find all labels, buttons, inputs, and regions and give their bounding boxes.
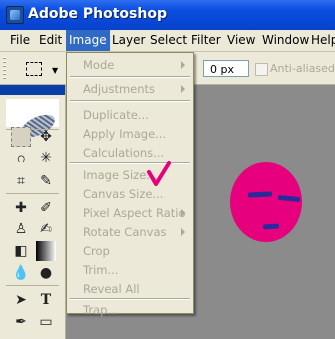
rect-marquee-icon[interactable] [11,127,31,147]
menu-filter[interactable]: Filter [191,33,221,47]
pen-icon[interactable]: ✒ [11,312,31,332]
menu-item-trim[interactable]: Trim... [83,263,118,277]
eraser-icon[interactable]: ◧ [11,241,31,261]
checkmark-annotation-icon [147,161,171,186]
anti-aliased-checkbox[interactable] [255,63,268,76]
menu-item-crop[interactable]: Crop [83,244,110,258]
blur-icon[interactable]: 💧 [11,263,31,283]
menu-view[interactable]: View [227,33,255,47]
clone-stamp-icon[interactable]: ♙ [11,219,31,239]
tools-panel: ✥ ဂ ✳ ⌗ ✎ ✚ ✐ ♙ ✍ ◧ 💧 ● ➤ T ✒ ▭ [0,85,66,339]
menu-image[interactable]: Image [66,30,110,51]
image-menu-dropdown: Mode Adjustments Duplicate... Apply Imag… [66,52,194,317]
submenu-arrow-icon [181,209,185,217]
menu-layer[interactable]: Layer [112,33,145,47]
lasso-icon[interactable]: ဂ [11,148,31,168]
submenu-arrow-icon [181,85,185,93]
healing-brush-icon[interactable]: ✚ [11,198,31,218]
menu-separator [70,76,190,78]
title-bar[interactable]: Adobe Photoshop [0,0,335,30]
menu-window[interactable]: Window [262,33,309,47]
anti-aliased-label: Anti-aliased [270,62,335,75]
divider [6,285,59,286]
menu-item-apply-image[interactable]: Apply Image... [83,127,166,141]
path-selection-icon[interactable]: ➤ [11,290,31,310]
menu-item-canvas-size[interactable]: Canvas Size... [83,187,163,201]
menu-separator [70,298,190,300]
photoshop-logo-icon [6,6,24,24]
menu-select[interactable]: Select [150,33,187,47]
toolbar-grip-icon[interactable] [3,57,6,79]
menu-item-calculations[interactable]: Calculations... [83,146,164,160]
menu-item-pixel-aspect-ratio[interactable]: Pixel Aspect Ratio [83,206,186,220]
menu-item-mode[interactable]: Mode [83,58,114,72]
gradient-icon[interactable] [36,241,56,261]
feather-input[interactable]: 0 px [203,60,249,77]
menu-item-adjustments[interactable]: Adjustments [83,82,155,96]
tools-panel-banner[interactable] [6,99,59,142]
pink-circle-image [230,162,302,242]
crop-icon[interactable]: ⌗ [11,171,31,191]
divider [6,193,59,194]
window-title: Adobe Photoshop [28,6,167,22]
menu-help[interactable]: Help [311,33,335,47]
type-icon[interactable]: T [36,290,56,310]
menu-item-duplicate[interactable]: Duplicate... [83,108,149,122]
menu-separator [70,162,190,164]
brush-icon[interactable]: ✐ [36,198,56,218]
menu-separator [70,100,190,102]
rectangle-shape-icon[interactable]: ▭ [36,312,56,332]
move-icon[interactable]: ✥ [36,127,56,147]
menu-item-trap[interactable]: Trap... [83,303,118,317]
menu-edit[interactable]: Edit [39,33,62,47]
slice-icon[interactable]: ✎ [36,171,56,191]
menu-item-rotate-canvas[interactable]: Rotate Canvas [83,225,167,239]
history-brush-icon[interactable]: ✍ [36,219,56,239]
magic-wand-icon[interactable]: ✳ [36,148,56,168]
submenu-arrow-icon [181,228,185,236]
tools-panel-header[interactable] [0,85,65,95]
menu-bar: File Edit Image Layer Select Filter View… [0,30,335,52]
tool-preset-marquee-icon[interactable] [26,62,42,76]
menu-file[interactable]: File [10,33,30,47]
dodge-icon[interactable]: ● [36,263,56,283]
chevron-down-icon[interactable]: ▼ [52,66,58,75]
submenu-arrow-icon [181,61,185,69]
menu-item-reveal-all[interactable]: Reveal All [83,282,140,296]
